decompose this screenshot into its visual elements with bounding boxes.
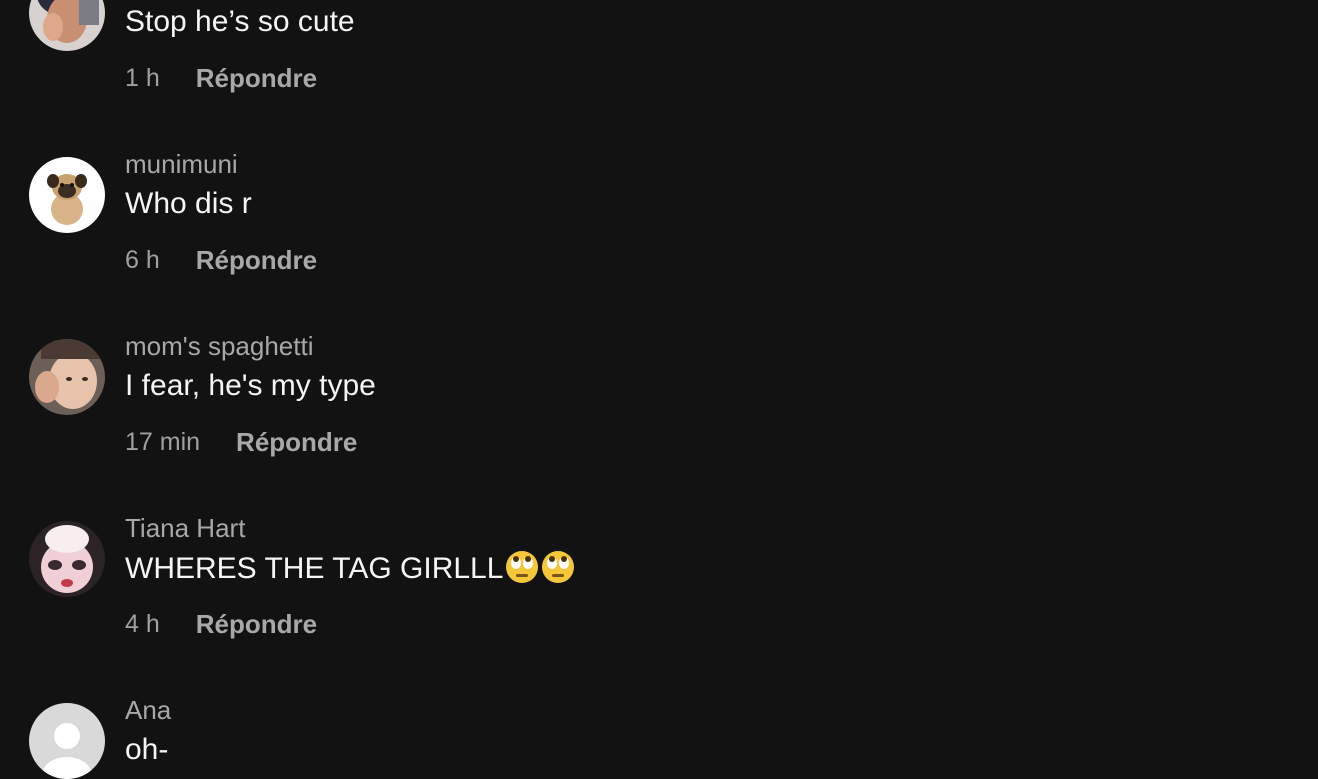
comment-item: mom's spaghetti I fear, he's my type 17 … bbox=[0, 182, 1318, 457]
comment-list: Stop he’s so cute 1 h Répondre munimuni … bbox=[0, 0, 1318, 779]
comment-item: Ana oh- bbox=[0, 546, 1318, 779]
comment-item: munimuni Who dis r 6 h Répondre bbox=[0, 0, 1318, 275]
default-avatar-icon bbox=[29, 703, 105, 779]
comment-username[interactable]: Ana bbox=[125, 694, 171, 726]
comment-text: oh- bbox=[125, 733, 169, 766]
comment-username[interactable]: munimuni bbox=[125, 148, 238, 180]
comment-username[interactable]: mom's spaghetti bbox=[125, 330, 314, 362]
comment-username[interactable]: Tiana Hart bbox=[125, 512, 245, 544]
comment-item: Tiana Hart WHERES THE TAG GIRLLL🙄🙄 4 h R… bbox=[0, 364, 1318, 639]
avatar[interactable] bbox=[29, 703, 105, 779]
